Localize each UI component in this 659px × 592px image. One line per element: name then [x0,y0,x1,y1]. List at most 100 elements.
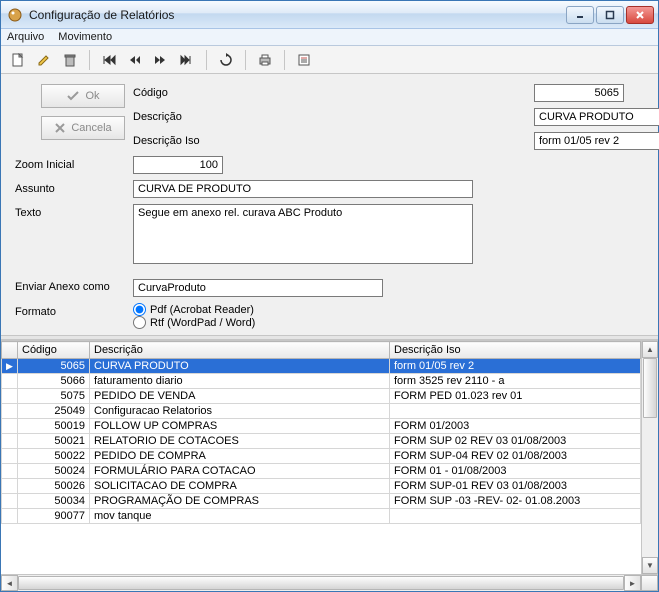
grid-header-codigo[interactable]: Código [18,342,90,359]
cell-descricao-iso[interactable]: FORM 01 - 01/08/2003 [390,464,641,479]
grid-header-descricao[interactable]: Descrição [90,342,390,359]
cell-descricao-iso[interactable]: FORM SUP -03 -REV- 02- 01.08.2003 [390,494,641,509]
last-record-icon[interactable] [176,49,198,71]
cell-descricao-iso[interactable] [390,404,641,419]
label-assunto: Assunto [15,180,125,195]
table-row[interactable]: 50021RELATORIO DE COTACOESFORM SUP 02 RE… [2,434,641,449]
app-window: Configuração de Relatórios Arquivo Movim… [0,0,659,592]
cell-descricao-iso[interactable] [390,509,641,524]
grid-header-descricao-iso[interactable]: Descrição Iso [390,342,641,359]
cell-descricao[interactable]: FOLLOW UP COMPRAS [90,419,390,434]
table-row[interactable]: 50024FORMULÁRIO PARA COTACAOFORM 01 - 01… [2,464,641,479]
cell-descricao-iso[interactable]: FORM SUP-01 REV 03 01/08/2003 [390,479,641,494]
label-descricao-iso: Descrição Iso [133,132,526,147]
print-icon[interactable] [254,49,276,71]
cell-descricao[interactable]: PROGRAMAÇÃO DE COMPRAS [90,494,390,509]
cell-descricao-iso[interactable]: FORM PED 01.023 rev 01 [390,389,641,404]
cell-descricao-iso[interactable]: FORM SUP-04 REV 02 01/08/2003 [390,449,641,464]
label-zoom: Zoom Inicial [15,156,125,171]
cell-descricao-iso[interactable]: FORM 01/2003 [390,419,641,434]
horizontal-scrollbar[interactable]: ◄ ► [1,574,658,591]
table-row[interactable]: 50022PEDIDO DE COMPRAFORM SUP-04 REV 02 … [2,449,641,464]
cell-descricao[interactable]: Configuracao Relatorios [90,404,390,419]
cell-descricao[interactable]: PEDIDO DE COMPRA [90,449,390,464]
cell-descricao[interactable]: PEDIDO DE VENDA [90,389,390,404]
table-row[interactable]: 90077mov tanque [2,509,641,524]
cell-codigo[interactable]: 25049 [18,404,90,419]
scroll-right-icon[interactable]: ► [624,575,641,591]
check-icon [66,90,80,102]
table-row[interactable]: 25049Configuracao Relatorios [2,404,641,419]
cancel-button[interactable]: Cancela [41,116,125,140]
vertical-scrollbar[interactable]: ▲ ▼ [641,341,658,574]
row-marker [2,509,18,524]
cell-descricao[interactable]: faturamento diario [90,374,390,389]
cell-descricao[interactable]: mov tanque [90,509,390,524]
cell-codigo[interactable]: 50019 [18,419,90,434]
delete-icon[interactable] [59,49,81,71]
enviar-anexo-field[interactable] [133,279,383,297]
properties-icon[interactable] [293,49,315,71]
cell-codigo[interactable]: 90077 [18,509,90,524]
cell-descricao[interactable]: SOLICITACAO DE COMPRA [90,479,390,494]
close-button[interactable] [626,6,654,24]
assunto-field[interactable] [133,180,473,198]
scroll-up-icon[interactable]: ▲ [642,341,658,358]
cell-descricao[interactable]: RELATORIO DE COTACOES [90,434,390,449]
label-enviar-anexo: Enviar Anexo como [15,273,125,293]
maximize-button[interactable] [596,6,624,24]
cell-descricao[interactable]: CURVA PRODUTO [90,359,390,374]
next-record-icon[interactable] [150,49,172,71]
scroll-track[interactable] [18,575,624,591]
cell-codigo[interactable]: 5065 [18,359,90,374]
window-title: Configuração de Relatórios [29,8,566,22]
table-row[interactable]: 5075PEDIDO DE VENDAFORM PED 01.023 rev 0… [2,389,641,404]
descricao-iso-field[interactable] [534,132,659,150]
descricao-field[interactable] [534,108,659,126]
table-row[interactable]: ▶5065CURVA PRODUTOform 01/05 rev 2 [2,359,641,374]
ok-button[interactable]: Ok [41,84,125,108]
new-icon[interactable] [7,49,29,71]
cell-codigo[interactable]: 5066 [18,374,90,389]
scroll-thumb[interactable] [18,576,624,590]
scroll-down-icon[interactable]: ▼ [642,557,658,574]
menu-movimento[interactable]: Movimento [58,31,112,43]
refresh-icon[interactable] [215,49,237,71]
content-area: Código Ok Cancela Descrição Descrição Is… [1,74,658,591]
table-row[interactable]: 50034PROGRAMAÇÃO DE COMPRASFORM SUP -03 … [2,494,641,509]
titlebar[interactable]: Configuração de Relatórios [1,1,658,29]
cell-descricao-iso[interactable]: form 3525 rev 2110 - a [390,374,641,389]
texto-field[interactable] [133,204,473,264]
cell-descricao[interactable]: FORMULÁRIO PARA COTACAO [90,464,390,479]
menu-arquivo[interactable]: Arquivo [7,31,44,43]
row-marker [2,479,18,494]
minimize-button[interactable] [566,6,594,24]
cell-codigo[interactable]: 50024 [18,464,90,479]
table-row[interactable]: 50026SOLICITACAO DE COMPRAFORM SUP-01 RE… [2,479,641,494]
cell-codigo[interactable]: 50034 [18,494,90,509]
row-marker [2,464,18,479]
edit-icon[interactable] [33,49,55,71]
zoom-field[interactable] [133,156,223,174]
formato-pdf-label: Pdf (Acrobat Reader) [150,304,254,316]
table-row[interactable]: 50019FOLLOW UP COMPRASFORM 01/2003 [2,419,641,434]
formato-pdf-radio[interactable] [133,303,146,316]
cell-codigo[interactable]: 50021 [18,434,90,449]
cell-descricao-iso[interactable]: FORM SUP 02 REV 03 01/08/2003 [390,434,641,449]
toolbar-separator [284,50,285,70]
scroll-track[interactable] [642,358,658,557]
prev-record-icon[interactable] [124,49,146,71]
formato-rtf-label: Rtf (WordPad / Word) [150,317,255,329]
table-row[interactable]: 5066faturamento diarioform 3525 rev 2110… [2,374,641,389]
ok-button-label: Ok [85,90,99,102]
formato-rtf-radio[interactable] [133,316,146,329]
cell-codigo[interactable]: 5075 [18,389,90,404]
cell-codigo[interactable]: 50026 [18,479,90,494]
row-marker [2,404,18,419]
first-record-icon[interactable] [98,49,120,71]
cell-codigo[interactable]: 50022 [18,449,90,464]
scroll-thumb[interactable] [643,358,657,418]
cell-descricao-iso[interactable]: form 01/05 rev 2 [390,359,641,374]
codigo-field[interactable] [534,84,624,102]
scroll-left-icon[interactable]: ◄ [1,575,18,591]
